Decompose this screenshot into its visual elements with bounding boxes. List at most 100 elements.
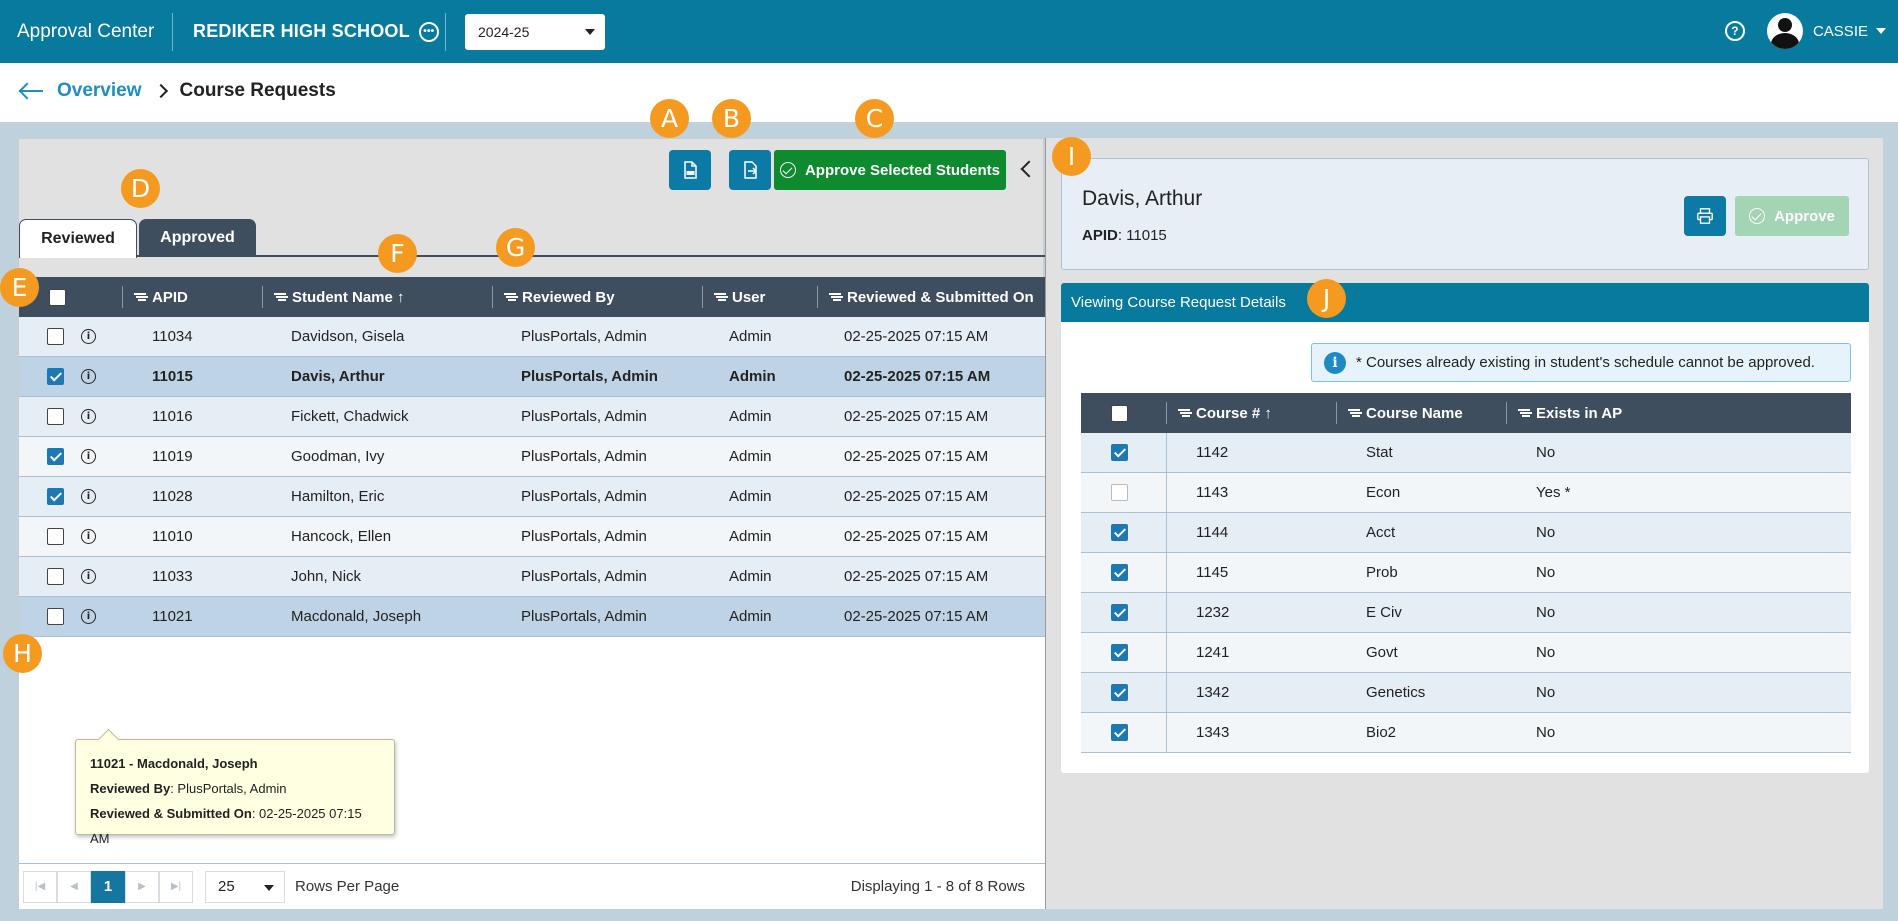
table-row[interactable]: i 11021 Macdonald, Joseph PlusPortals, Admi… [19,597,1045,637]
table-row[interactable]: 1145 Prob No [1081,553,1851,593]
course-details-header: Viewing Course Request Details [1061,283,1869,322]
page-number-button[interactable]: 1 [91,870,125,903]
table-row[interactable]: 1143 Econ Yes * [1081,473,1851,513]
export-csv-button[interactable] [669,150,711,190]
info-icon[interactable]: i [81,489,96,504]
marker-c: C [855,99,894,138]
cell-user: Admin [729,568,772,585]
info-icon[interactable]: i [81,369,96,384]
column-course-num[interactable]: Course # ↑ [1166,393,1336,433]
row-checkbox[interactable] [1111,644,1128,661]
select-all-courses-checkbox[interactable] [1111,404,1128,422]
marker-f: F [378,234,417,273]
approve-button[interactable]: Approve [1735,196,1849,236]
column-course-name[interactable]: Course Name [1336,393,1506,433]
table-row[interactable]: i 11010 Hancock, Ellen PlusPortals, Admin Ad… [19,517,1045,557]
filter-icon[interactable] [274,292,286,302]
cell-apid: 11033 [152,568,193,585]
info-icon[interactable]: i [81,529,96,544]
cell-student-name: Fickett, Chadwick [291,408,409,425]
row-checkbox[interactable] [1111,724,1128,741]
table-row[interactable]: 1241 Govt No [1081,633,1851,673]
row-checkbox[interactable] [1111,604,1128,621]
row-checkbox[interactable] [47,408,64,425]
cell-exists-in-ap: No [1536,604,1556,621]
course-grid: Course # ↑ Course Name Exists in AP 1142… [1081,393,1851,753]
filter-icon[interactable] [134,292,146,302]
avatar[interactable] [1766,13,1803,49]
column-divider [1166,513,1167,553]
tooltip-title: 11021 - Macdonald, Joseph [90,756,258,771]
apid-value: : 11015 [1117,227,1167,244]
first-page-icon[interactable]: |◀ [23,870,57,903]
collapse-panel-icon[interactable] [1019,159,1033,179]
table-row[interactable]: 1232 E Civ No [1081,593,1851,633]
tab-approved[interactable]: Approved [139,219,256,257]
cell-course-num: 1145 [1196,564,1229,581]
info-icon[interactable]: i [81,329,96,344]
back-arrow-icon[interactable] [17,81,45,101]
tab-reviewed[interactable]: Reviewed [19,219,137,258]
print-button[interactable] [1684,196,1726,236]
row-checkbox[interactable] [47,608,64,625]
row-checkbox[interactable] [47,328,64,345]
column-divider [1166,593,1167,633]
school-year-dropdown[interactable]: 2024-25 [465,13,605,50]
filter-icon[interactable] [714,292,726,302]
table-row[interactable]: i 11019 Goodman, Ivy PlusPortals, Admin Admi… [19,437,1045,477]
row-checkbox[interactable] [1111,524,1128,541]
cell-course-name: Govt [1366,644,1398,661]
course-request-details: Viewing Course Request Details i * Cours… [1061,283,1869,773]
more-icon[interactable]: ••• [418,21,439,42]
row-checkbox[interactable] [1111,444,1128,461]
row-checkbox[interactable] [1111,564,1128,581]
column-exists-in-ap[interactable]: Exists in AP [1506,393,1851,433]
info-icon[interactable]: i [81,569,96,584]
export-button[interactable] [729,150,771,190]
next-page-icon[interactable]: ▶ [125,870,159,903]
select-all-checkbox[interactable] [49,288,66,306]
column-divider [1166,673,1167,713]
chevron-down-icon[interactable] [1876,28,1886,34]
user-name[interactable]: CASSIE [1813,23,1868,40]
column-apid-label: APID [152,288,188,306]
table-row[interactable]: i 11034 Davidson, Gisela PlusPortals, Admin… [19,317,1045,357]
filter-icon[interactable] [1348,408,1360,418]
cell-course-num: 1241 [1196,644,1230,661]
filter-active-icon[interactable] [504,292,516,302]
row-checkbox[interactable] [47,488,64,505]
row-checkbox[interactable] [47,448,64,465]
column-user[interactable]: User [702,277,817,317]
prev-page-icon[interactable]: ◀ [57,870,91,903]
column-reviewed-by[interactable]: Reviewed By [492,277,702,317]
last-page-icon[interactable]: ▶| [159,870,193,903]
rows-per-page-dropdown[interactable]: 25 [205,870,285,903]
column-reviewed-submitted-on[interactable]: Reviewed & Submitted On [817,277,1045,317]
table-row[interactable]: i 11033 John, Nick PlusPortals, Admin Admin 0… [19,557,1045,597]
breadcrumb-overview-link[interactable]: Overview [57,80,142,102]
table-row[interactable]: 1343 Bio2 No [1081,713,1851,753]
cell-student-name: John, Nick [291,568,362,585]
table-row[interactable]: i 11015 Davis, Arthur PlusPortals, Admin Adm… [19,357,1045,397]
column-student-name[interactable]: Student Name ↑ [262,277,492,317]
row-checkbox[interactable] [47,368,64,385]
filter-icon[interactable] [829,292,841,302]
row-checkbox[interactable] [1111,684,1128,701]
filter-icon[interactable] [1178,408,1190,418]
column-apid[interactable]: APID [122,277,262,317]
tooltip-submitted-label: Reviewed & Submitted On [90,806,252,821]
school-selector[interactable]: REDIKER HIGH SCHOOL ••• [173,21,445,42]
help-icon[interactable]: ? [1724,21,1745,41]
info-icon[interactable]: i [81,449,96,464]
info-icon[interactable]: i [81,409,96,424]
table-row[interactable]: 1142 Stat No [1081,433,1851,473]
row-checkbox[interactable] [47,528,64,545]
row-checkbox[interactable] [47,568,64,585]
table-row[interactable]: i 11028 Hamilton, Eric PlusPortals, Admin Ad… [19,477,1045,517]
table-row[interactable]: 1342 Genetics No [1081,673,1851,713]
info-icon[interactable]: i [81,609,96,624]
approve-selected-students-button[interactable]: Approve Selected Students [774,150,1006,190]
filter-icon[interactable] [1518,408,1530,418]
table-row[interactable]: 1144 Acct No [1081,513,1851,553]
table-row[interactable]: i 11016 Fickett, Chadwick PlusPortals, Admi… [19,397,1045,437]
